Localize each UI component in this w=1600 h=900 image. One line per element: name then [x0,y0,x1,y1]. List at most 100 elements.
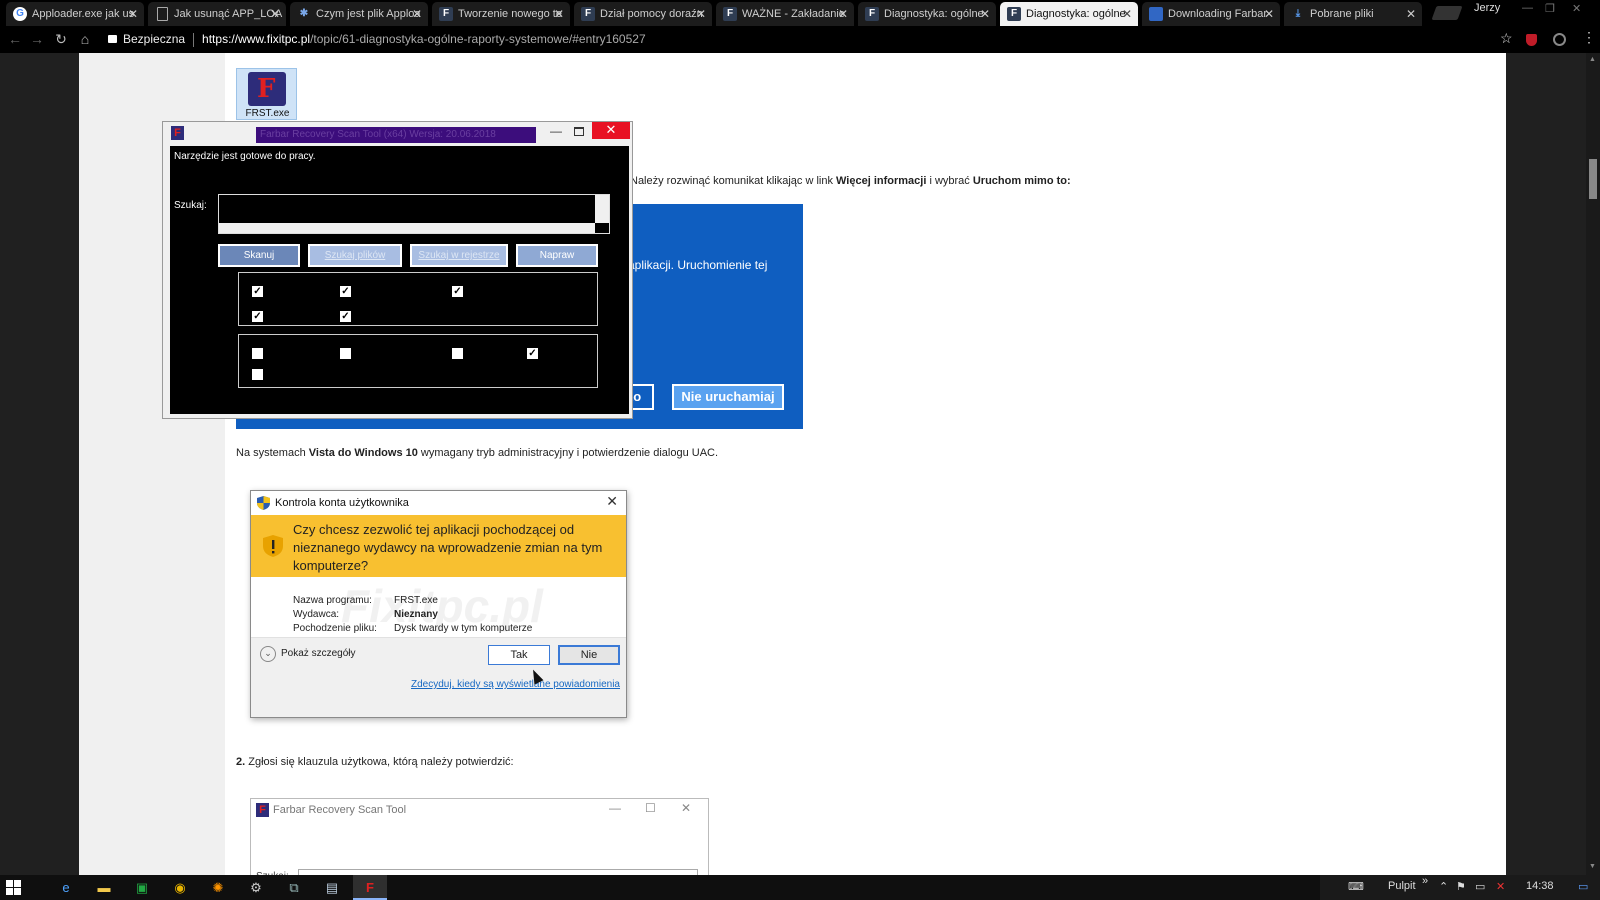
tab[interactable]: G Apploader.exe jak us ✕ [6,2,144,26]
tab[interactable]: ✱ Czym jest plik Apploa ✕ [290,2,428,26]
chevron-icon[interactable]: » [1422,875,1428,887]
tab[interactable]: ⤓ Pobrane pliki ✕ [1284,2,1422,26]
tab[interactable]: F Tworzenie nowego te ✕ [432,2,570,26]
frst-window-screenshot: F Farbar Recovery Scan Tool — ☐ ✕ Szukaj… [250,798,709,880]
vista-text: Na systemach [236,447,309,459]
frst-icon: F [256,803,269,817]
checkbox-unchecked[interactable] [340,348,351,359]
frst-search-input[interactable] [218,194,610,234]
network-icon[interactable]: ▭ [1475,880,1485,893]
profile-name[interactable]: Jerzy [1474,2,1500,14]
tab[interactable]: Jak usunąć APP_LOA ✕ [148,2,286,26]
tray-up-icon[interactable]: ⌃ [1439,880,1448,893]
clock[interactable]: 14:38 [1526,880,1554,892]
close-icon[interactable]: ✕ [1406,2,1416,26]
close-icon[interactable]: ✕ [1122,2,1132,26]
checkbox-checked[interactable]: ✓ [527,348,538,359]
notepad-icon[interactable]: ▤ [315,875,349,900]
close-icon[interactable]: ✕ [412,2,422,26]
minimize-button[interactable]: — [550,124,562,138]
close-icon[interactable]: ✕ [270,2,280,26]
frst-search-label: Szukaj: [174,200,207,211]
back-icon[interactable]: ← [6,30,24,48]
no-button[interactable]: Nie [558,645,620,665]
close-icon[interactable]: ✕ [554,2,564,26]
chevron-down-icon[interactable]: ⌄ [260,646,276,662]
checkbox-unchecked[interactable] [252,369,263,380]
scan-button[interactable]: Skanuj [218,244,300,267]
explorer-folder-icon[interactable]: ▬ [87,875,121,900]
notification-settings-link[interactable]: Zdecyduj, kiedy są wyświetlane powiadomi… [411,679,620,690]
menu-icon[interactable]: ⋮ [1582,29,1596,46]
close-icon[interactable]: ✕ [1264,2,1274,26]
tab[interactable]: Downloading Farbar ✕ [1142,2,1280,26]
close-icon: ✕ [681,801,692,815]
reload-icon[interactable]: ↻ [52,30,70,48]
desktop-toolbar-label[interactable]: Pulpit [1388,880,1416,892]
ublock-extension-icon[interactable] [1526,34,1537,46]
bookmark-star-icon[interactable]: ☆ [1500,30,1513,47]
scroll-thumb[interactable] [1589,159,1597,199]
search-registry-button[interactable]: Szukaj w rejestrze [410,244,508,267]
tab[interactable]: F Diagnostyka: ogólne ✕ [858,2,996,26]
volume-muted-icon[interactable]: ✕ [1496,880,1505,893]
lock-icon [108,34,117,43]
minimize-icon[interactable]: — [1522,2,1533,14]
scrollbar[interactable]: ▲ ▼ [1586,53,1600,875]
yes-button[interactable]: Tak [488,645,550,665]
smartscreen-text: aplikacji. Uruchomienie tej [628,258,768,272]
close-icon[interactable]: ✕ [128,2,138,26]
system-tray: ⌨ Pulpit » ⌃ ⚑ ▭ ✕ 14:38 ▭ [1320,875,1600,900]
checkbox-unchecked[interactable] [252,348,263,359]
program-label: Nazwa programu: [293,595,372,606]
close-icon[interactable]: ✕ [606,493,618,510]
tab-label: Diagnostyka: ogólne [884,8,984,20]
checkbox-checked[interactable]: ✓ [452,286,463,297]
checkbox-checked[interactable]: ✓ [252,286,263,297]
fix-button[interactable]: Napraw [516,244,598,267]
close-button[interactable]: ✕ [592,122,630,139]
close-window-icon[interactable]: ✕ [1572,2,1581,15]
uac-dialog: Kontrola konta użytkownika ✕ Czy chcesz … [250,490,627,718]
vista-paragraph: Na systemach Vista do Windows 10 wymagan… [236,447,718,459]
keyboard-icon[interactable]: ⌨ [1348,880,1364,893]
flag-icon[interactable]: ⚑ [1456,880,1466,893]
search-files-button[interactable]: Szukaj plików [308,244,402,267]
home-icon[interactable]: ⌂ [76,30,94,48]
checkbox-checked[interactable]: ✓ [340,311,351,322]
frst-taskbar-icon[interactable]: F [353,875,387,900]
close-icon[interactable]: ✕ [980,2,990,26]
intro-paragraph: Należy rozwinąć komunikat klikając w lin… [630,175,1071,187]
tools-icon[interactable]: ⚙ [239,875,273,900]
spreadsheet-icon[interactable]: ▣ [125,875,159,900]
sun-app-icon[interactable]: ✺ [201,875,235,900]
checkbox-checked[interactable]: ✓ [252,311,263,322]
vertical-scrollbar[interactable] [595,195,609,223]
forward-icon[interactable]: → [28,30,46,48]
maximize-button[interactable] [574,127,584,136]
scroll-up-icon[interactable]: ▲ [1589,56,1596,63]
new-tab-button[interactable] [1431,6,1463,20]
tab-label: Tworzenie nowego te [458,8,562,20]
tab-label: Diagnostyka: ogólne [1026,8,1126,20]
tab[interactable]: F WAŻNE - Zakładanie ✕ [716,2,854,26]
maximize-icon[interactable]: ❐ [1545,2,1555,15]
address-bar[interactable]: Bezpieczna https://www.fixitpc.pl/topic/6… [100,28,1500,50]
checkbox-checked[interactable]: ✓ [340,286,351,297]
show-details-link[interactable]: Pokaż szczegóły [281,648,355,659]
close-icon[interactable]: ✕ [696,2,706,26]
extension-icon[interactable] [1553,33,1566,46]
chrome-icon[interactable]: ◉ [163,875,197,900]
scroll-down-icon[interactable]: ▼ [1589,863,1596,870]
notifications-icon[interactable]: ▭ [1578,880,1588,893]
tab[interactable]: F Dział pomocy doraźn ✕ [574,2,712,26]
close-icon[interactable]: ✕ [838,2,848,26]
frst-status: Narzędzie jest gotowe do pracy. [174,151,316,162]
tab-label: WAŻNE - Zakładanie [742,8,845,20]
network-app-icon[interactable]: ⧉ [277,875,311,900]
checkbox-unchecked[interactable] [452,348,463,359]
tab-active[interactable]: F Diagnostyka: ogólne ✕ [1000,2,1138,26]
windows-start-icon[interactable] [6,880,21,895]
horizontal-scrollbar[interactable] [219,223,595,233]
ie-icon[interactable]: e [49,875,83,900]
